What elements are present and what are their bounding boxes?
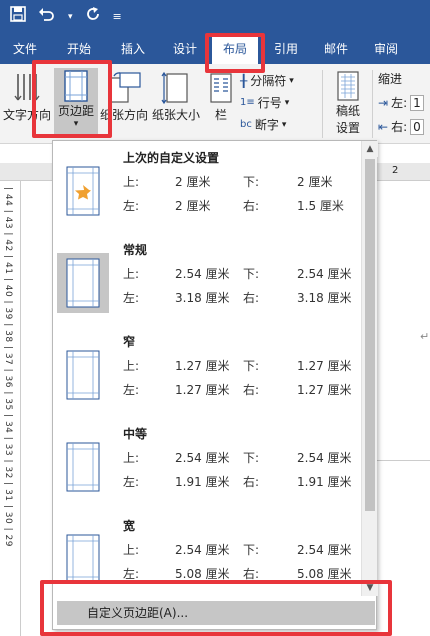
tab-mailings[interactable]: 邮件 bbox=[316, 34, 356, 64]
ruler-number: 2 bbox=[392, 165, 399, 176]
margin-left-value: 3.18 厘米 bbox=[175, 291, 230, 305]
margin-option-name: 常规 bbox=[123, 243, 148, 257]
highlight-margins-button bbox=[32, 60, 112, 138]
highlight-custom-margins bbox=[40, 580, 392, 636]
margin-right-value: 3.18 厘米 bbox=[297, 291, 352, 305]
margins-dropdown: 上次的自定义设置 上: 2 厘米 下: 2 厘米 左: 2 厘米 右: 1.5 厘米 常规 上: 2.… bbox=[52, 140, 378, 630]
size-icon bbox=[161, 71, 188, 105]
margin-option[interactable]: 窄上: 1.27 厘米 下: 1.27 厘米 左: 1.27 厘米 右: 1.27 厘米 bbox=[53, 325, 361, 417]
margin-guide bbox=[376, 460, 430, 461]
highlight-layout-tab bbox=[205, 33, 265, 73]
ribbon-separator bbox=[322, 70, 323, 138]
margin-option-name: 中等 bbox=[123, 427, 148, 441]
margin-top-value: 2 厘米 bbox=[175, 175, 211, 189]
indent-left: ⇥ 左: 1 bbox=[378, 94, 425, 111]
margin-option[interactable]: 上次的自定义设置 上: 2 厘米 下: 2 厘米 左: 2 厘米 右: 1.5 厘米 bbox=[53, 141, 361, 233]
columns-icon bbox=[210, 73, 232, 103]
margin-option-name: 上次的自定义设置 bbox=[123, 151, 220, 165]
margin-bottom-value: 2.54 厘米 bbox=[297, 451, 352, 465]
indent-group-label: 缩进 bbox=[378, 72, 403, 86]
margin-top-label: 上: bbox=[123, 543, 140, 557]
margin-right-label: 右: bbox=[243, 291, 260, 305]
star-page-icon bbox=[57, 161, 109, 221]
draft-paper-label-2: 设置 bbox=[335, 121, 360, 135]
paragraph-mark: ↵ bbox=[420, 330, 430, 343]
vertical-ruler[interactable]: | 44 | 43 | 42 | 41 | 40 | 39 | 38 | 37 … bbox=[3, 181, 21, 636]
margin-bottom-label: 下: bbox=[243, 451, 260, 465]
margin-top-value: 2.54 厘米 bbox=[175, 543, 230, 557]
redo-icon[interactable] bbox=[85, 0, 101, 34]
margin-top-label: 上: bbox=[123, 267, 140, 281]
margin-bottom-value: 2.54 厘米 bbox=[297, 543, 352, 557]
ribbon-separator bbox=[372, 70, 373, 138]
save-icon[interactable] bbox=[10, 0, 26, 34]
columns-label: 栏 bbox=[214, 108, 227, 122]
indent-left-icon: ⇥ bbox=[378, 95, 389, 110]
tab-review[interactable]: 审阅 bbox=[366, 34, 406, 64]
undo-icon[interactable] bbox=[38, 0, 56, 34]
hyphenation-button[interactable]: bc 断字 ▾ bbox=[240, 116, 286, 133]
scroll-thumb[interactable] bbox=[365, 159, 375, 511]
line-numbers-button[interactable]: 1≡ 行号 ▾ bbox=[240, 94, 289, 111]
indent-left-field[interactable]: 1 bbox=[410, 94, 425, 111]
margin-top-value: 1.27 厘米 bbox=[175, 359, 230, 373]
line-numbers-icon: 1≡ bbox=[240, 97, 255, 108]
hyphenation-icon: bc bbox=[240, 119, 252, 130]
margin-bottom-label: 下: bbox=[243, 175, 260, 189]
undo-dropdown-icon[interactable]: ▾ bbox=[68, 0, 73, 34]
indent-right-field[interactable]: 0 bbox=[410, 118, 425, 135]
margin-bottom-value: 2.54 厘米 bbox=[297, 267, 352, 281]
scroll-up-icon[interactable]: ▲ bbox=[362, 141, 378, 157]
margin-bottom-label: 下: bbox=[243, 543, 260, 557]
tab-insert[interactable]: 插入 bbox=[110, 34, 156, 64]
margins-options-list: 上次的自定义设置 上: 2 厘米 下: 2 厘米 左: 2 厘米 右: 1.5 厘米 常规 上: 2.… bbox=[53, 141, 361, 596]
size-label: 纸张大小 bbox=[151, 108, 200, 122]
draft-paper-icon bbox=[337, 71, 359, 101]
margin-bottom-label: 下: bbox=[243, 267, 260, 281]
customize-icon[interactable]: ≡ bbox=[113, 0, 122, 34]
size-button[interactable]: 纸张大小 bbox=[150, 70, 202, 123]
margin-left-value: 2 厘米 bbox=[175, 199, 211, 213]
indent-right: ⇤ 右: 0 bbox=[378, 118, 425, 135]
margin-left-label: 左: bbox=[123, 291, 140, 305]
word-window: ▾ ≡ 文件 开始 插入 设计 布局 引用 邮件 审阅 文字方向 页边距 ▾ 纸… bbox=[0, 0, 430, 636]
margin-option[interactable]: 常规 上: 2.54 厘米 下: 2.54 厘米 左: 3.18 厘米 右: 3.18 厘米 bbox=[53, 233, 361, 325]
margin-left-value: 1.91 厘米 bbox=[175, 475, 230, 489]
margin-top-label: 上: bbox=[123, 175, 140, 189]
margin-right-label: 右: bbox=[243, 475, 260, 489]
tab-design[interactable]: 设计 bbox=[162, 34, 208, 64]
breaks-icon: ╂ bbox=[240, 73, 248, 88]
tab-references[interactable]: 引用 bbox=[266, 34, 306, 64]
page-icon bbox=[57, 345, 109, 405]
columns-button[interactable]: 栏 bbox=[206, 70, 236, 123]
margin-bottom-label: 下: bbox=[243, 359, 260, 373]
draft-paper-button[interactable]: 稿纸 设置 bbox=[328, 70, 368, 136]
margin-top-label: 上: bbox=[123, 451, 140, 465]
breaks-button[interactable]: ╂ 分隔符 ▾ bbox=[240, 72, 294, 89]
margin-left-value: 1.27 厘米 bbox=[175, 383, 230, 397]
margin-top-value: 2.54 厘米 bbox=[175, 451, 230, 465]
page-icon bbox=[57, 437, 109, 497]
margin-left-label: 左: bbox=[123, 475, 140, 489]
margin-right-value: 1.5 厘米 bbox=[297, 199, 344, 213]
dropdown-scrollbar[interactable]: ▲ ▼ bbox=[361, 141, 378, 596]
indent-right-icon: ⇤ bbox=[378, 119, 389, 134]
margin-option[interactable]: 中等 上: 2.54 厘米 下: 2.54 厘米 左: 1.91 厘米 右: 1.91 厘米 bbox=[53, 417, 361, 509]
margin-bottom-value: 2 厘米 bbox=[297, 175, 333, 189]
margin-right-label: 右: bbox=[243, 199, 260, 213]
margin-right-label: 右: bbox=[243, 383, 260, 397]
margin-right-value: 1.91 厘米 bbox=[297, 475, 352, 489]
margin-bottom-value: 1.27 厘米 bbox=[297, 359, 352, 373]
vertical-ruler-numbers: | 44 | 43 | 42 | 41 | 40 | 39 | 38 | 37 … bbox=[3, 187, 13, 547]
margin-left-label: 左: bbox=[123, 383, 140, 397]
draft-paper-label-1: 稿纸 bbox=[335, 104, 360, 118]
margin-top-value: 2.54 厘米 bbox=[175, 267, 230, 281]
quick-access-toolbar: ▾ ≡ bbox=[0, 0, 430, 34]
margin-option-name: 宽 bbox=[123, 519, 136, 533]
margin-left-label: 左: bbox=[123, 199, 140, 213]
margin-right-value: 1.27 厘米 bbox=[297, 383, 352, 397]
margin-top-label: 上: bbox=[123, 359, 140, 373]
page-icon bbox=[57, 253, 109, 313]
margin-option-name: 窄 bbox=[123, 335, 136, 349]
